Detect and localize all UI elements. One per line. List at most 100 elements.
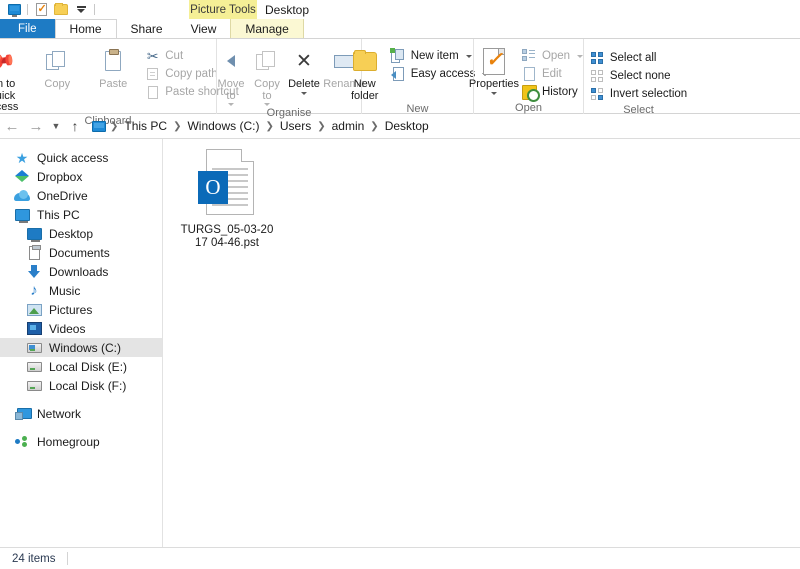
onedrive-icon	[14, 188, 30, 204]
outlook-pst-icon: O	[198, 149, 256, 221]
contextual-tab-header: Picture Tools	[189, 0, 257, 19]
new-folder-icon[interactable]	[51, 1, 71, 18]
file-explorer-window: Picture Tools Desktop File Home Share Vi…	[0, 0, 800, 569]
sidebar-item-windows-c[interactable]: Windows (C:)	[0, 338, 162, 357]
history-button[interactable]: History	[518, 83, 587, 102]
select-none-button[interactable]: Select none	[586, 67, 691, 85]
new-folder-icon	[352, 46, 377, 76]
sidebar-item-music[interactable]: ♪ Music	[0, 281, 162, 300]
select-all-button[interactable]: Select all	[586, 49, 691, 67]
properties-icon[interactable]	[31, 1, 51, 18]
select-commands: Select all Select none Invert selection	[586, 43, 691, 103]
breadcrumb-separator: ❯	[317, 120, 326, 132]
easy-access-icon	[390, 67, 406, 82]
new-folder-button[interactable]: New folder	[343, 43, 387, 102]
new-item-icon	[389, 47, 406, 64]
videos-icon	[26, 321, 42, 337]
breadcrumb-item-admin[interactable]: admin	[328, 119, 369, 133]
sidebar-item-onedrive[interactable]: OneDrive	[0, 186, 162, 205]
ribbon: 📌 Pin to Quick access Copy Paste ✂	[0, 38, 800, 127]
sidebar-item-local-disk-e[interactable]: Local Disk (E:)	[0, 357, 162, 376]
sidebar-item-homegroup[interactable]: Homegroup	[0, 432, 162, 451]
downloads-icon	[26, 264, 42, 280]
ribbon-group-clipboard: 📌 Pin to Quick access Copy Paste ✂	[0, 39, 239, 126]
sidebar-item-downloads[interactable]: Downloads	[0, 262, 162, 281]
edit-icon	[522, 67, 537, 82]
tab-file[interactable]: File	[0, 19, 55, 38]
scissors-icon: ✂	[146, 47, 159, 64]
copy-path-icon	[145, 67, 160, 82]
pin-to-quick-access-button[interactable]: 📌 Pin to Quick access	[0, 43, 29, 114]
move-to-button[interactable]: Move to	[213, 43, 249, 106]
select-none-icon	[590, 69, 605, 84]
chevron-down-icon[interactable]	[301, 91, 307, 95]
customize-icon[interactable]	[71, 1, 91, 18]
status-bar: 24 items	[0, 547, 800, 569]
paste-shortcut-icon	[145, 85, 160, 100]
delete-button[interactable]: ✕ Delete	[285, 43, 323, 95]
paste-icon	[105, 46, 122, 76]
outlook-badge-icon: O	[198, 171, 228, 204]
windows-drive-icon	[26, 340, 42, 356]
sidebar-item-pictures[interactable]: Pictures	[0, 300, 162, 319]
list-item-label: TURGS_05-03-2017 04-46.pst	[180, 224, 274, 249]
item-count-label: 24 items	[12, 552, 56, 565]
move-to-icon	[227, 46, 235, 76]
network-icon	[14, 406, 32, 422]
copy-to-icon	[256, 46, 278, 76]
sidebar-item-local-disk-f[interactable]: Local Disk (F:)	[0, 376, 162, 395]
sidebar-item-this-pc[interactable]: This PC	[0, 205, 162, 224]
chevron-down-icon[interactable]	[490, 91, 497, 95]
ribbon-group-label: Clipboard	[84, 114, 132, 127]
invert-selection-button[interactable]: Invert selection	[586, 85, 691, 103]
divider	[94, 4, 95, 15]
properties-icon: ✓	[482, 46, 505, 76]
ribbon-group-new: New folder New item Easy access New	[351, 39, 489, 115]
invert-selection-icon	[590, 87, 605, 102]
sidebar-item-desktop[interactable]: Desktop	[0, 224, 162, 243]
sidebar-item-videos[interactable]: Videos	[0, 319, 162, 338]
copy-icon	[46, 46, 68, 76]
select-all-icon	[590, 51, 605, 66]
divider	[67, 552, 69, 565]
open-small-commands: Open Edit History	[518, 43, 587, 102]
sidebar-item-quick-access[interactable]: ★ Quick access	[0, 148, 162, 167]
tab-view[interactable]: View	[177, 19, 231, 38]
sidebar-item-dropbox[interactable]: Dropbox	[0, 167, 162, 186]
open-button[interactable]: Open	[518, 47, 587, 65]
copy-button[interactable]: Copy	[29, 43, 85, 91]
tab-home[interactable]: Home	[54, 19, 117, 38]
ribbon-group-open: ✓ Properties Open Edit History Open	[469, 39, 584, 114]
edit-button[interactable]: Edit	[518, 65, 587, 83]
tab-manage[interactable]: Manage	[230, 19, 304, 38]
desktop-icon	[26, 226, 42, 242]
documents-icon	[26, 244, 42, 261]
ribbon-group-label: New	[406, 103, 429, 115]
sidebar-item-network[interactable]: Network	[0, 404, 162, 423]
copy-to-button[interactable]: Copy to	[249, 43, 285, 106]
sidebar-item-documents[interactable]: Documents	[0, 243, 162, 262]
breadcrumb-separator: ❯	[265, 120, 274, 132]
navigation-pane: ★ Quick access Dropbox OneDrive This PC …	[0, 139, 163, 547]
paste-button[interactable]: Paste	[85, 43, 141, 91]
properties-button[interactable]: ✓ Properties	[469, 43, 519, 95]
tab-share[interactable]: Share	[117, 19, 177, 38]
window-title: Desktop	[265, 2, 310, 17]
breadcrumb-item-users[interactable]: Users	[276, 119, 315, 133]
drive-icon	[26, 378, 42, 394]
this-pc-icon	[92, 120, 106, 132]
ribbon-tab-bar: File Home Share View Manage	[0, 19, 800, 38]
title-bar: Picture Tools Desktop	[0, 0, 800, 19]
this-pc-icon	[14, 207, 30, 223]
dropbox-icon	[14, 169, 30, 185]
breadcrumb-item-desktop[interactable]: Desktop	[381, 119, 433, 133]
file-list-pane[interactable]: O TURGS_05-03-2017 04-46.pst	[163, 139, 800, 547]
ribbon-group-label: Open	[515, 102, 542, 114]
open-icon	[522, 49, 537, 64]
explorer-icon[interactable]	[4, 1, 24, 18]
drive-icon	[26, 359, 42, 375]
history-icon	[521, 84, 540, 102]
explorer-body: ★ Quick access Dropbox OneDrive This PC …	[0, 139, 800, 547]
pictures-icon	[26, 302, 42, 318]
list-item[interactable]: O TURGS_05-03-2017 04-46.pst	[177, 149, 277, 250]
